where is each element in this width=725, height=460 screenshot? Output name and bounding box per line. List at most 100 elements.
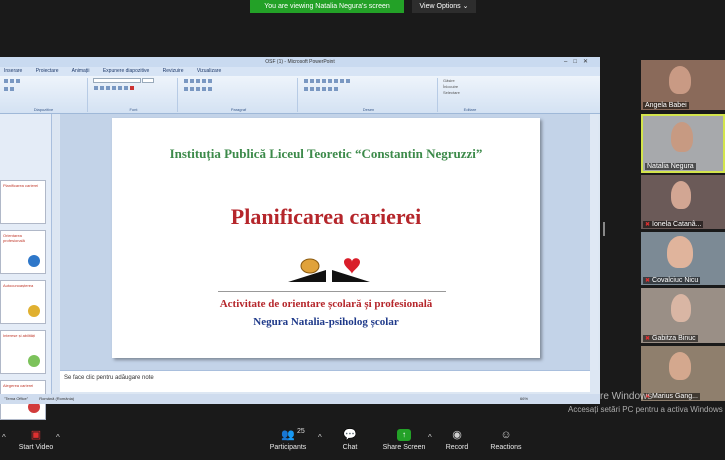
windows-watermark: re Windows [600,391,653,402]
slide-thumbnails-panel: Planificarea carierei Orientarea profesi… [0,114,52,420]
participant-video [671,181,691,209]
window-title-bar: OSF (1) - Microsoft PowerPoint –□✕ [0,57,600,67]
group-label-drawing: Desen [362,107,375,112]
viewing-banner: You are viewing Natalia Negura's screen [250,0,404,13]
participant-tile[interactable]: ✖ Ionela Catanâ... [641,175,725,229]
participant-video [669,66,691,94]
ribbon-group-font: Font [90,78,178,112]
chevron-up-icon[interactable]: ^ [318,433,322,442]
slide-title: Planificarea carierei [230,204,422,229]
ribbon-group-drawing: Desen [300,78,438,112]
ribbon-group-paragraph: Paragraf [180,78,298,112]
chevron-down-icon: ⌄ [462,3,469,10]
windows-watermark-sub: Accesați setări PC pentru a activa Windo… [568,405,723,414]
slide-author: Negura Natalia-psiholog școlar [253,316,399,328]
chevron-up-icon[interactable]: ^ [2,433,6,442]
group-label-editing: Editare [463,107,477,112]
participants-count: 25 [297,428,305,435]
view-options-label: View Options [419,3,461,10]
thumbnail-image-icon [28,305,40,317]
slide-subtitle: Activitate de orientare școlară și profe… [219,298,433,310]
tab-revizuire[interactable]: Revizuire [163,68,184,74]
view-options-button[interactable]: View Options ⌄ [412,0,476,13]
participant-video [671,294,691,322]
ribbon: Diapozitive Font Paragraf Desen Găsire Î… [0,76,600,114]
notes-placeholder: Se face clic pentru adăugare note [64,375,154,381]
start-video-label: Start Video [18,444,54,451]
notes-pane[interactable]: Se face clic pentru adăugare note [60,370,590,392]
participant-name: ✖ Covalciuc Nicu [643,277,701,284]
muted-mic-icon: ✖ [645,278,651,284]
group-label-font: Font [129,107,138,112]
window-title: OSF (1) - Microsoft PowerPoint [265,59,335,65]
record-label: Record [445,444,469,451]
thumbnail-image-icon [28,355,40,367]
tab-proiectare[interactable]: Proiectare [36,68,59,74]
status-theme: "Tema Office" [4,396,29,401]
muted-mic-icon: ✖ [645,222,651,228]
tab-expunere[interactable]: Expunere diapozitive [103,68,149,74]
participant-tile[interactable]: ✖ Covalciuc Nicu [641,232,725,285]
status-bar: "Tema Office" Română (România) 66% [0,394,600,404]
participant-tile[interactable]: ✖ Marius Gang... [641,346,725,401]
status-language: Română (România) [39,396,75,401]
tab-inserare[interactable]: Inserare [4,68,22,74]
thumbnail-text: Autocunoașterea [3,283,34,288]
chat-button[interactable]: 💬 Chat [336,429,364,451]
record-icon: ◉ [452,429,462,441]
thumbnail-text: Planificarea carierei [3,183,39,188]
participant-tile[interactable]: ✖ Gabitza Binuc [641,288,725,343]
slide-thumbnail[interactable]: Interese și abilități [0,330,46,374]
chat-icon: 💬 [343,429,357,441]
slide-divider [218,291,446,292]
participant-tile-active[interactable]: Natalia Negura [641,114,725,173]
slide-institution: Instituția Publică Liceul Teoretic “Cons… [169,146,483,161]
reactions-icon: ☺ [500,429,512,441]
participant-video [669,352,691,380]
video-off-icon: ▣ [30,429,42,441]
window-controls[interactable]: –□✕ [564,57,594,67]
thumbnails-scrollbar[interactable] [52,114,59,395]
record-button[interactable]: ◉ Record [442,429,472,451]
chat-label: Chat [342,444,358,451]
participant-name: ✖ Ionela Catanâ... [643,221,704,228]
participant-name: Natalia Negura [645,163,696,170]
share-screen-label: Share Screen [382,444,426,451]
chevron-up-icon[interactable]: ^ [56,433,60,442]
muted-mic-icon: ✖ [645,336,651,342]
thumbnail-text: Interese și abilități [3,333,36,338]
panel-divider[interactable] [603,222,605,236]
ribbon-tabs: Inserare Proiectare Animații Expunere di… [0,67,600,76]
reactions-button[interactable]: ☺ Reactions [488,429,524,451]
slide[interactable]: Instituția Publică Liceul Teoretic “Cons… [112,118,540,358]
thumbnail-image-icon [28,255,40,267]
group-label-slides: Diapozitive [33,107,54,112]
reactions-label: Reactions [490,444,522,451]
start-video-button[interactable]: ▣ Start Video [16,429,56,451]
ribbon-group-editing: Găsire Înlocuire Selectare Editare [440,78,500,112]
ribbon-group-slides: Diapozitive [0,78,88,112]
brain-heart-logo [288,258,370,282]
slide-thumbnail[interactable]: Orientarea profesională [0,230,46,274]
participants-label: Participants [269,444,307,451]
tab-vizualizare[interactable]: Vizualizare [197,68,221,74]
select-button[interactable]: Selectare [440,90,500,96]
participant-video [671,122,693,152]
participant-video [667,236,693,268]
tab-animatii[interactable]: Animații [72,68,90,74]
participant-name: ✖ Gabitza Binuc [643,335,698,342]
participants-icon: 👥 [281,429,295,441]
share-screen-icon: ↑ [397,429,411,441]
slide-thumbnail[interactable]: Planificarea carierei [0,180,46,224]
group-label-paragraph: Paragraf [230,107,247,112]
meeting-toolbar: ^ ▣ Start Video ^ 👥 Participants 25 ^ 💬 … [0,425,725,460]
thumbnail-text: Orientarea profesională [3,233,25,243]
share-screen-button[interactable]: ↑ Share Screen [380,429,428,451]
participant-tile[interactable]: Angela Babei [641,60,725,110]
thumbnail-text: Alegerea carierei [3,383,34,388]
slide-thumbnail[interactable]: Autocunoașterea [0,280,46,324]
participant-name: Angela Babei [643,102,689,109]
zoom-level[interactable]: 66% [520,394,528,404]
chevron-up-icon[interactable]: ^ [428,433,432,442]
canvas-scrollbar[interactable] [590,114,598,370]
